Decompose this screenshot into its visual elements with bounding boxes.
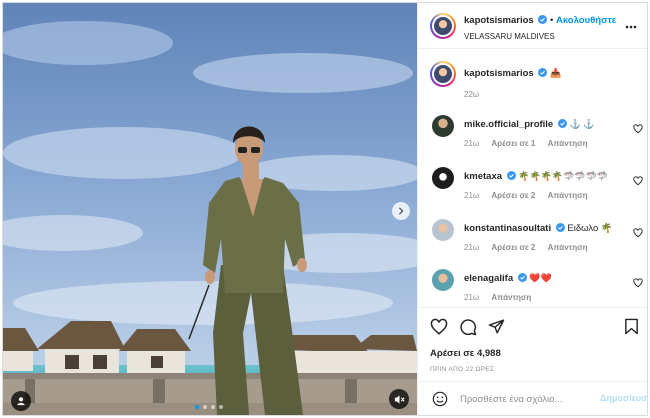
commenter-username[interactable]: elenagalifa — [464, 273, 513, 284]
comment-time[interactable]: 21ω — [464, 139, 479, 148]
tagged-users-button[interactable] — [11, 391, 31, 411]
mute-button[interactable] — [389, 389, 409, 409]
reply-button[interactable]: Απάντηση — [548, 191, 588, 200]
heart-icon[interactable] — [633, 278, 643, 288]
post-timestamp[interactable]: ΠΡΙΝ ΑΠΟ 22 ΩΡΕΣ — [430, 366, 494, 373]
comment-text: ⚓ ⚓ — [569, 119, 595, 129]
like-heart-icon[interactable] — [430, 318, 448, 336]
comment-item: kmetaxa 🌴🌴🌴🌴🦈🦈🦈🦈 21ω Αρέσει σε 2 Απάντησ… — [418, 167, 647, 219]
comment-time[interactable]: 21ω — [464, 293, 479, 302]
post-dialog: kapotsismarios • Ακολουθήστε VELASSARU M… — [2, 2, 648, 416]
reply-button[interactable]: Απάντηση — [548, 243, 588, 252]
post-photo — [3, 3, 417, 415]
comment-body: konstantinasoultati Ειδωλο 🌴 — [464, 223, 613, 234]
add-comment-bar: Δημοσίευση — [418, 381, 647, 415]
commenter-avatar[interactable] — [432, 269, 454, 291]
caption: kapotsismarios 📥 — [464, 68, 561, 79]
carousel-dot — [219, 405, 223, 409]
comment-item: mike.official_profile ⚓ ⚓ 21ω Αρέσει σε … — [418, 115, 647, 167]
emoji-smile-icon[interactable] — [432, 391, 448, 407]
comment-meta: 21ω Αρέσει σε 2 Απάντηση — [464, 191, 598, 200]
comment-text: 🌴🌴🌴🌴🦈🦈🦈🦈 — [518, 171, 608, 181]
caption-author-avatar[interactable] — [430, 61, 456, 87]
comment-item: elenagalifa ❤️❤️ 21ω Απάντηση — [418, 269, 647, 307]
comment-body: elenagalifa ❤️❤️ — [464, 273, 552, 284]
author-username[interactable]: kapotsismarios — [464, 15, 534, 26]
next-image-button[interactable] — [392, 202, 410, 220]
reply-button[interactable]: Απάντηση — [491, 293, 531, 302]
author-avatar[interactable] — [430, 13, 456, 39]
post-location[interactable]: VELASSARU MALDIVES — [464, 32, 555, 41]
verified-badge-icon — [557, 119, 567, 128]
comment-body: mike.official_profile ⚓ ⚓ — [464, 119, 594, 130]
comment-likes[interactable]: Αρέσει σε 1 — [491, 139, 535, 148]
follow-separator: • — [549, 15, 554, 26]
comment-likes[interactable]: Αρέσει σε 2 — [491, 243, 535, 252]
verified-badge-icon — [517, 273, 527, 282]
caption-time[interactable]: 22ω — [464, 90, 479, 99]
post-side-panel: kapotsismarios • Ακολουθήστε VELASSARU M… — [417, 3, 647, 415]
comment-time[interactable]: 21ω — [464, 243, 479, 252]
comment-text: ❤️❤️ — [529, 273, 552, 283]
post-media[interactable] — [3, 3, 417, 415]
more-options-button[interactable] — [625, 20, 637, 32]
comment-likes[interactable]: Αρέσει σε 2 — [491, 191, 535, 200]
carousel-dot — [203, 405, 207, 409]
author-line: kapotsismarios • Ακολουθήστε — [464, 15, 616, 26]
caption-username[interactable]: kapotsismarios — [464, 68, 534, 79]
save-bookmark-icon[interactable] — [624, 318, 639, 335]
comment-body: kmetaxa 🌴🌴🌴🌴🦈🦈🦈🦈 — [464, 171, 608, 182]
comment-input[interactable] — [460, 390, 590, 408]
user-tag-icon — [17, 397, 25, 406]
commenter-username[interactable]: mike.official_profile — [464, 119, 553, 130]
comments-list[interactable]: kapotsismarios 📥 22ω mike.official_profi… — [418, 49, 647, 307]
comment-time[interactable]: 21ω — [464, 191, 479, 200]
commenter-avatar[interactable] — [432, 167, 454, 189]
share-paper-plane-icon[interactable] — [488, 318, 505, 335]
heart-icon[interactable] — [633, 228, 643, 238]
chevron-right-icon — [398, 207, 404, 215]
caption-text: 📥 — [549, 68, 562, 78]
verified-badge-icon — [538, 15, 548, 24]
post-actions: Αρέσει σε 4,988 ΠΡΙΝ ΑΠΟ 22 ΩΡΕΣ — [418, 307, 647, 381]
follow-button[interactable]: Ακολουθήστε — [556, 15, 616, 26]
comment-bubble-icon[interactable] — [459, 318, 477, 336]
heart-icon[interactable] — [633, 124, 643, 134]
speaker-muted-icon — [394, 394, 405, 404]
reply-button[interactable]: Απάντηση — [548, 139, 588, 148]
post-comment-button[interactable]: Δημοσίευση — [600, 393, 647, 403]
verified-badge-icon — [506, 171, 516, 180]
carousel-indicator — [195, 405, 223, 409]
comment-meta: 21ω Αρέσει σε 2 Απάντηση — [464, 243, 598, 252]
commenter-avatar[interactable] — [432, 219, 454, 241]
post-header: kapotsismarios • Ακολουθήστε VELASSARU M… — [418, 3, 647, 49]
comment-meta: 21ω Αρέσει σε 1 Απάντηση — [464, 139, 598, 148]
more-horizontal-icon — [625, 25, 637, 29]
comment-item: konstantinasoultati Ειδωλο 🌴 21ω Αρέσει … — [418, 219, 647, 271]
comment-text: Ειδωλο 🌴 — [567, 223, 613, 234]
commenter-username[interactable]: konstantinasoultati — [464, 223, 551, 234]
likes-count[interactable]: Αρέσει σε 4,988 — [430, 348, 501, 359]
carousel-dot — [195, 405, 199, 409]
heart-icon[interactable] — [633, 176, 643, 186]
carousel-dot — [211, 405, 215, 409]
verified-badge-icon — [555, 223, 565, 232]
commenter-avatar[interactable] — [432, 115, 454, 137]
commenter-username[interactable]: kmetaxa — [464, 171, 502, 182]
comment-meta: 21ω Απάντηση — [464, 293, 541, 302]
verified-badge-icon — [538, 68, 548, 77]
